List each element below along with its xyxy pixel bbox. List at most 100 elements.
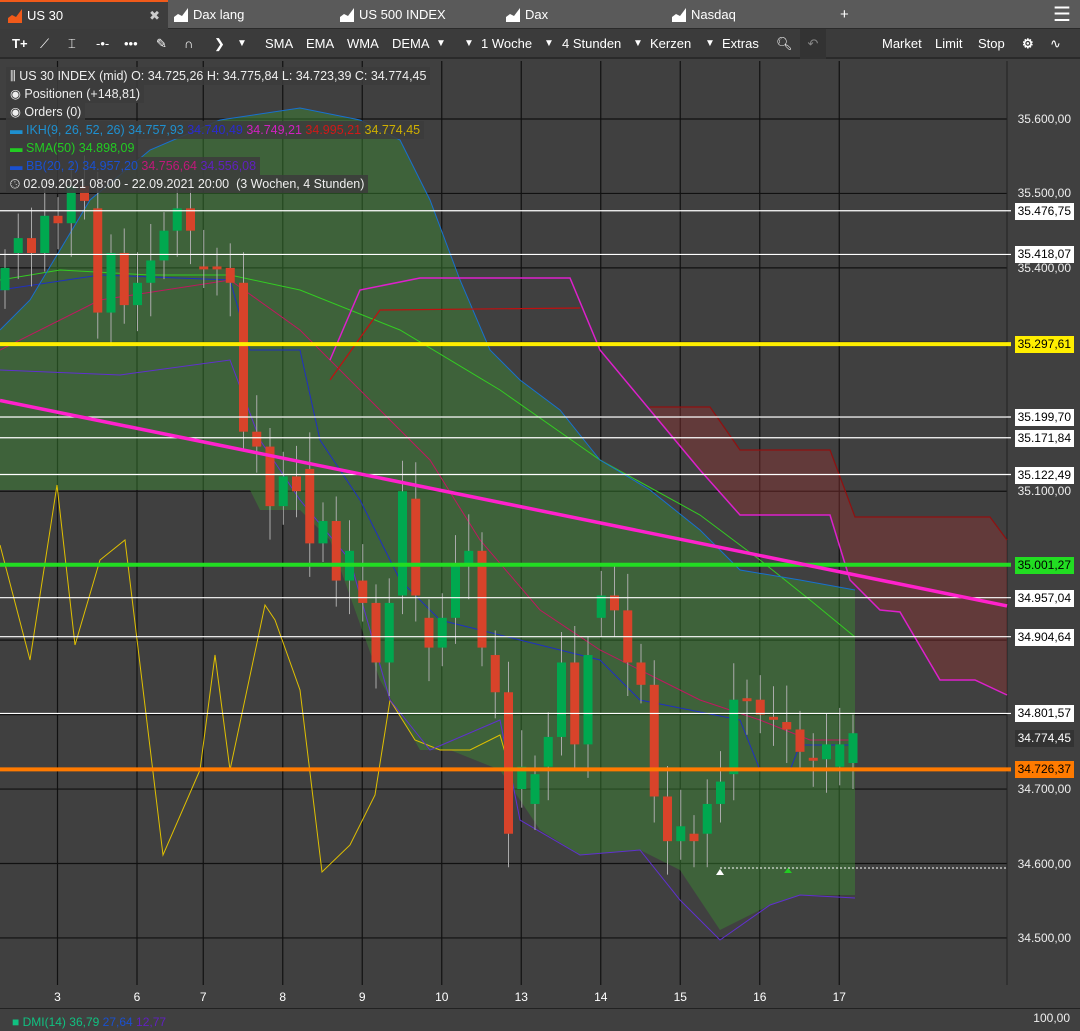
time-tick-label: 8 xyxy=(279,990,287,1004)
candle-up xyxy=(278,476,288,507)
fib-tool-icon[interactable]: ⌶ xyxy=(68,29,76,59)
toolbar: T+ ⟋ ⌶ -•- ••• ✎ ∩ ❯ ▼ SMA EMA WMA DEMA … xyxy=(0,29,1080,59)
candle-down xyxy=(782,722,792,730)
stop-order-button[interactable]: Stop xyxy=(978,29,1005,59)
period-select[interactable]: 1 Woche xyxy=(481,29,532,59)
candle-up xyxy=(318,521,328,544)
candle-up xyxy=(596,595,606,618)
undo-icon[interactable]: ↶ xyxy=(800,29,826,59)
candle-up xyxy=(583,655,593,745)
candle-down xyxy=(769,716,778,720)
zoom-icon[interactable]: 🔍︎ xyxy=(776,29,793,59)
legend-ikh[interactable]: ▬ IKH(9, 26, 52, 26) 34.757,93 34.740,49… xyxy=(6,121,425,139)
candle-up xyxy=(676,826,686,842)
dmi-legend[interactable]: ■ DMI(14) 36,79 27,64 12,77 xyxy=(12,1015,166,1029)
candle-up xyxy=(106,253,116,313)
chart-type-dropdown-icon[interactable]: ▼ xyxy=(633,29,643,59)
legend-orders[interactable]: ◉ Orders (0) xyxy=(6,103,86,121)
legend-positions[interactable]: ◉ Positionen (+148,81) xyxy=(6,85,145,103)
time-tick-label: 10 xyxy=(435,990,449,1004)
pencil-tool-icon[interactable]: ✎ xyxy=(156,29,167,59)
tools-dropdown-icon[interactable]: ▼ xyxy=(237,29,247,59)
candle-up xyxy=(398,491,407,596)
current-price-label[interactable]: 34.774,45 xyxy=(1014,730,1074,748)
extras-dropdown-icon[interactable]: ▼ xyxy=(705,29,715,59)
candle-down xyxy=(424,617,434,648)
legend-bb[interactable]: ▬ BB(20, 2) 34.957,20 34.756,64 34.556,0… xyxy=(6,157,261,175)
candle-down xyxy=(358,580,368,603)
chart-icon xyxy=(506,7,520,22)
tab-us30[interactable]: US 30 ✖ xyxy=(0,0,168,29)
close-tab-icon[interactable]: ✖ xyxy=(149,8,160,24)
tab-us500[interactable]: US 500 INDEX xyxy=(340,0,446,29)
tab-dax[interactable]: Dax xyxy=(506,0,548,29)
add-tab-button[interactable]: + xyxy=(840,0,849,29)
candle-down xyxy=(212,266,222,270)
candle-up xyxy=(848,733,858,763)
price-chart[interactable] xyxy=(0,61,1080,985)
tab-dax-lang[interactable]: Dax lang xyxy=(174,0,244,29)
price-tick-label: 35.500,00 xyxy=(1017,186,1071,201)
line-tool-icon[interactable]: ⟋ xyxy=(40,29,49,59)
price-line-label[interactable]: 35.171,84 xyxy=(1014,429,1074,447)
price-line-label[interactable]: 35.199,70 xyxy=(1014,409,1074,427)
price-line-label[interactable]: 35.418,07 xyxy=(1014,246,1074,264)
interval-select[interactable]: 4 Stunden xyxy=(562,29,621,59)
interval-dropdown-icon[interactable]: ▼ xyxy=(544,29,554,59)
price-line-label[interactable]: 35.476,75 xyxy=(1014,202,1074,220)
price-tick-label: 34.600,00 xyxy=(1017,856,1071,871)
price-line-label[interactable]: 34.726,37 xyxy=(1014,761,1074,779)
tab-bar: US 30 ✖ Dax lang US 500 INDEX Dax Nasdaq… xyxy=(0,0,1080,29)
chart-type-select[interactable]: Kerzen xyxy=(650,29,691,59)
price-line-label[interactable]: 34.904,64 xyxy=(1014,628,1074,646)
price-line-label[interactable]: 34.957,04 xyxy=(1014,589,1074,607)
candle-up xyxy=(557,662,566,737)
candle-down xyxy=(186,208,195,231)
candle-up xyxy=(716,781,725,804)
pulse-icon[interactable]: ∿ xyxy=(1050,29,1061,59)
ema-button[interactable]: EMA xyxy=(306,29,334,59)
time-tick-label: 7 xyxy=(199,990,207,1004)
text-tool-icon[interactable]: T+ xyxy=(12,29,28,59)
chart-icon xyxy=(8,8,22,23)
candle-down xyxy=(331,521,341,581)
chart-icon xyxy=(340,7,354,22)
indicators-dropdown-icon[interactable]: ▼ xyxy=(436,29,446,59)
price-tick-label: 34.500,00 xyxy=(1017,930,1071,945)
channel-tool-icon[interactable]: ••• xyxy=(124,29,138,59)
candle-down xyxy=(570,662,580,745)
extras-select[interactable]: Extras xyxy=(722,29,759,59)
candle-up xyxy=(835,744,845,767)
sma-button[interactable]: SMA xyxy=(265,29,293,59)
price-line-label[interactable]: 35.297,61 xyxy=(1014,336,1074,354)
candle-up xyxy=(530,774,540,804)
dmi-panel: ■ DMI(14) 36,79 27,64 12,77 100,00 xyxy=(0,1009,1080,1031)
hline-tool-icon[interactable]: -•- xyxy=(96,29,109,59)
arrow-tool-icon[interactable]: ❯ xyxy=(214,29,225,59)
arc-tool-icon[interactable]: ∩ xyxy=(184,29,193,59)
candle-down xyxy=(292,476,301,492)
period-dropdown-icon[interactable]: ▼ xyxy=(464,29,474,59)
candle-up xyxy=(822,744,831,760)
tab-nasdaq[interactable]: Nasdaq xyxy=(672,0,736,29)
clock-icon: 🕓︎ xyxy=(10,177,24,191)
limit-order-button[interactable]: Limit xyxy=(935,29,962,59)
time-tick-label: 3 xyxy=(54,990,61,1004)
candle-down xyxy=(119,253,129,306)
price-line-label[interactable]: 35.001,27 xyxy=(1014,556,1074,574)
market-order-button[interactable]: Market xyxy=(882,29,922,59)
price-line-label[interactable]: 35.122,49 xyxy=(1014,466,1074,484)
candle-down xyxy=(225,267,235,283)
legend-sma[interactable]: ▬ SMA(50) 34.898,09 xyxy=(6,139,139,157)
time-axis[interactable]: 3 6 7 8 9 10 13 14 15 16 17 xyxy=(0,985,1080,1009)
menu-icon[interactable]: ☰ xyxy=(1053,0,1071,29)
candle-down xyxy=(795,729,805,752)
time-tick-label: 16 xyxy=(753,990,767,1004)
dema-button[interactable]: DEMA xyxy=(392,29,430,59)
price-line-label[interactable]: 34.801,57 xyxy=(1014,705,1074,723)
settings-icon[interactable]: ⚙ xyxy=(1022,29,1034,59)
candle-up xyxy=(543,736,553,767)
chart-icon xyxy=(672,7,686,22)
wma-button[interactable]: WMA xyxy=(347,29,379,59)
candle-down xyxy=(27,238,36,254)
